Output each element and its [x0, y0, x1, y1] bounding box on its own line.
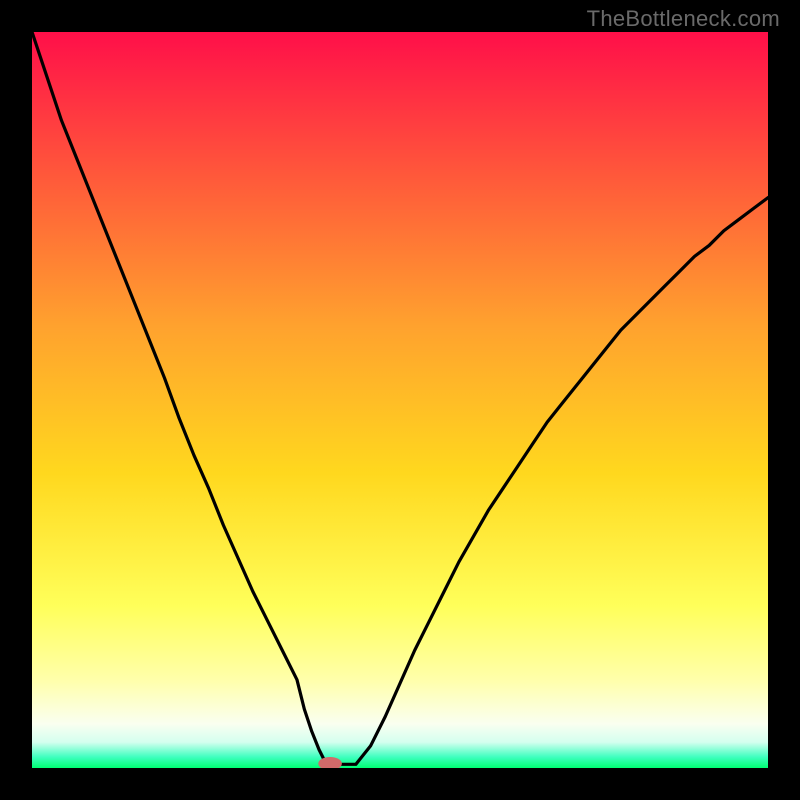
chart-frame: [32, 32, 768, 768]
chart-background-gradient: [32, 32, 768, 768]
watermark-text: TheBottleneck.com: [587, 6, 780, 32]
bottleneck-chart: [32, 32, 768, 768]
